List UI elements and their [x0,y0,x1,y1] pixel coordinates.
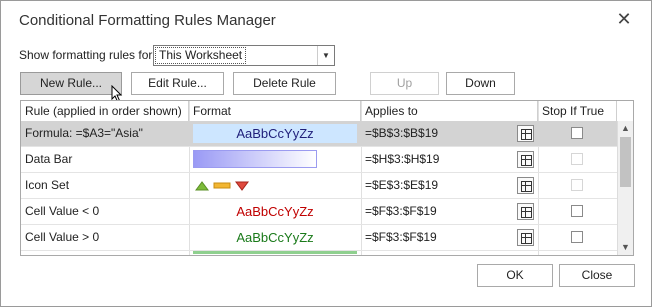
rule-description: Cell Value > 0 [25,230,100,244]
worksheet-select[interactable]: This Worksheet ▼ [153,45,335,66]
range-select-icon[interactable] [517,229,534,246]
data-bar-preview [193,150,317,168]
column-header-rule[interactable]: Rule (applied in order shown) [21,101,189,121]
table-row[interactable]: Cell Value > 0 AaBbCcYyZz =$F$3:$F$19 [21,225,617,251]
applies-to-range[interactable]: =$B$3:$B$19 [361,121,438,146]
table-row[interactable]: Icon Set =$E$3:$E$19 [21,173,617,199]
applies-to-range[interactable]: =$F$3:$F$19 [361,225,437,250]
table-header: Rule (applied in order shown) Format App… [21,101,633,122]
column-header-format[interactable]: Format [189,101,361,121]
stop-if-true-checkbox[interactable] [571,205,583,217]
chevron-down-icon[interactable]: ▼ [618,240,633,255]
icon-set-preview [195,181,249,191]
range-select-icon[interactable] [517,125,534,142]
vertical-scrollbar[interactable]: ▲ ▼ [617,121,633,255]
range-select-icon[interactable] [517,177,534,194]
close-icon[interactable]: ✕ [613,8,635,30]
move-down-button[interactable]: Down [446,72,515,95]
delete-rule-button[interactable]: Delete Rule [233,72,336,95]
format-preview: AaBbCcYyZz [236,230,314,245]
rule-description: Formula: =$A3="Asia" [25,126,143,140]
applies-to-range[interactable]: =$E$3:$E$19 [361,173,438,198]
format-preview: AaBbCcYyZz [236,204,314,219]
triangle-up-icon [195,181,209,191]
move-up-button[interactable]: Up [370,72,439,95]
range-select-icon[interactable] [517,203,534,220]
range-select-icon[interactable] [517,151,534,168]
edit-rule-button[interactable]: Edit Rule... [131,72,224,95]
format-preview: AaBbCcYyZz [193,124,357,143]
stop-if-true-checkbox[interactable] [571,127,583,139]
column-header-applies-to[interactable]: Applies to [361,101,538,121]
show-rules-label: Show formatting rules for: [19,48,156,62]
table-row[interactable]: Data Bar =$H$3:$H$19 [21,147,617,173]
rules-table: Rule (applied in order shown) Format App… [20,100,634,256]
chevron-down-icon[interactable]: ▼ [317,46,334,65]
rule-description: Icon Set [25,178,70,192]
dialog-title: Conditional Formatting Rules Manager [19,12,276,29]
applies-to-range[interactable]: =$F$3:$F$19 [361,199,437,224]
rule-description: Data Bar [25,152,73,166]
worksheet-select-value: This Worksheet [155,47,247,64]
table-row[interactable]: Formula: =$A3="Asia" AaBbCcYyZz =$B$3:$B… [21,121,617,147]
chevron-up-icon[interactable]: ▲ [618,121,633,136]
ok-button[interactable]: OK [477,264,553,287]
stop-if-true-checkbox[interactable] [571,179,583,191]
partial-row-preview [193,251,357,254]
dash-icon [213,182,231,189]
scrollbar-thumb[interactable] [620,137,631,187]
rules-manager-dialog: Conditional Formatting Rules Manager ✕ S… [0,0,652,307]
new-rule-button[interactable]: New Rule... [20,72,122,95]
applies-to-range[interactable]: =$H$3:$H$19 [361,147,439,172]
column-header-stop-if-true[interactable]: Stop If True [538,101,617,121]
stop-if-true-checkbox[interactable] [571,153,583,165]
triangle-down-icon [235,181,249,191]
rule-description: Cell Value < 0 [25,204,100,218]
stop-if-true-checkbox[interactable] [571,231,583,243]
table-row[interactable]: Cell Value < 0 AaBbCcYyZz =$F$3:$F$19 [21,199,617,225]
close-button[interactable]: Close [559,264,635,287]
